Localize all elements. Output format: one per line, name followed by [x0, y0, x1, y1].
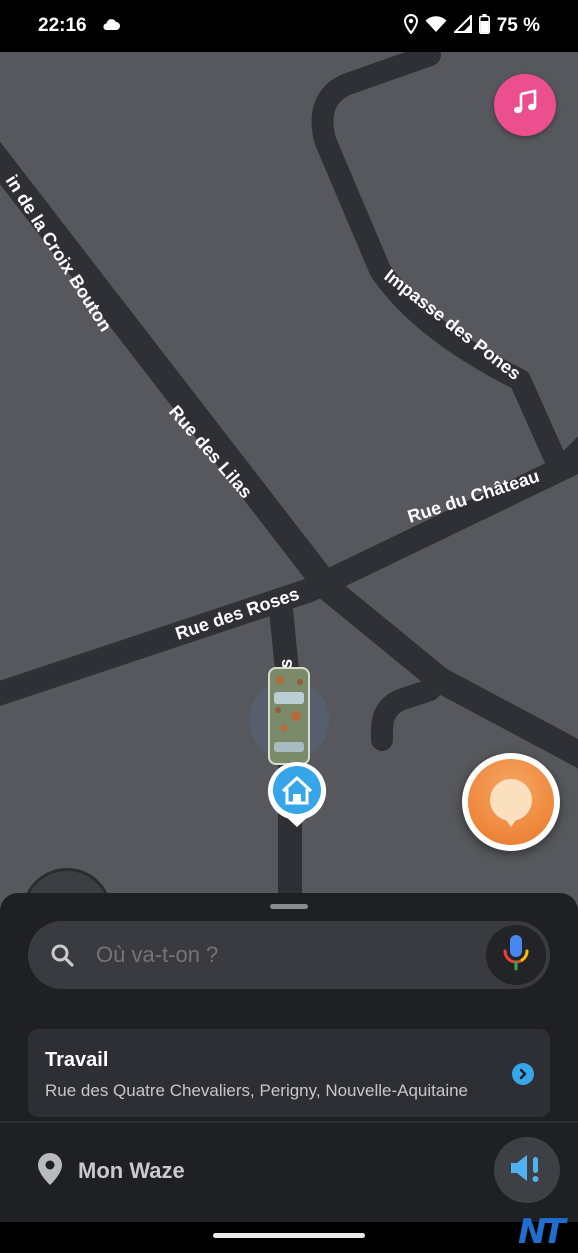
- destination-title: Travail: [45, 1049, 109, 1071]
- status-icons: 75 %: [403, 13, 540, 39]
- search-input[interactable]: [96, 921, 466, 989]
- status-bar: 22:16 75 %: [0, 0, 578, 52]
- destination-address: Rue des Quatre Chevaliers, Perigny, Nouv…: [45, 1081, 469, 1100]
- music-button[interactable]: [494, 74, 556, 136]
- home-gesture-bar[interactable]: [213, 1233, 365, 1238]
- sheet-handle[interactable]: [270, 904, 308, 909]
- search-bar[interactable]: [28, 921, 550, 989]
- mic-icon: [502, 933, 530, 978]
- music-icon: [510, 88, 540, 123]
- street-label-pones: Impasse des Pones: [381, 265, 525, 384]
- car-icon: [266, 666, 312, 766]
- watermark-logo: NT: [518, 1212, 566, 1252]
- sheet-divider: [0, 1121, 578, 1123]
- my-waze-button[interactable]: Mon Waze: [36, 1151, 185, 1191]
- wifi-icon: [425, 15, 447, 38]
- my-waze-label: Mon Waze: [78, 1158, 185, 1183]
- saved-destination-work[interactable]: Travail Rue des Quatre Chevaliers, Perig…: [28, 1029, 550, 1117]
- search-icon: [50, 943, 74, 972]
- cloud-icon: [101, 17, 121, 36]
- street-label-croix: in de la Croix Bouton: [2, 171, 116, 335]
- report-button[interactable]: [462, 753, 560, 851]
- voice-search-button[interactable]: [486, 925, 546, 985]
- location-icon: [403, 13, 418, 39]
- sound-button[interactable]: [494, 1137, 560, 1203]
- status-time: 22:16: [38, 15, 87, 36]
- battery-percent: 75 %: [496, 15, 540, 36]
- bottom-sheet: Travail Rue des Quatre Chevaliers, Perig…: [0, 893, 578, 1222]
- report-icon: [468, 759, 554, 845]
- home-marker[interactable]: [266, 760, 328, 828]
- signal-icon: [452, 13, 472, 38]
- battery-icon: [478, 13, 490, 39]
- chevron-right-icon[interactable]: [512, 1063, 534, 1085]
- sound-icon: [507, 1151, 547, 1190]
- location-pin-icon: [36, 1152, 64, 1191]
- navigation-bar: NT: [0, 1212, 578, 1253]
